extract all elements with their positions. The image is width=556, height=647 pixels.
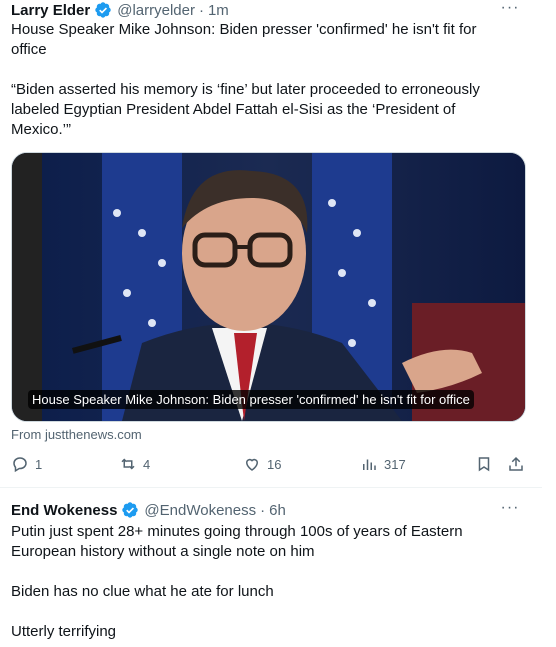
author-name[interactable]: Larry Elder [11,2,90,19]
repost-icon [121,458,135,470]
card-image [12,153,525,421]
action-bar: 1 4 16 317 [11,453,531,475]
card-source[interactable]: From justthenews.com [11,427,142,442]
link-card[interactable]: House Speaker Mike Johnson: Biden presse… [11,152,526,422]
reply-button[interactable]: 1 [11,453,42,475]
tweet-end-wokeness[interactable]: End Wokeness @EndWokeness · 6h ··· Putin… [0,487,542,647]
share-icon [509,456,523,471]
author-handle[interactable]: @EndWokeness [144,502,256,519]
heart-icon [245,458,259,471]
views-count: 317 [384,456,406,472]
verified-badge-icon[interactable] [94,1,112,19]
tweet-text: Putin just spent 28+ minutes going throu… [11,523,463,640]
tweet-larry-elder[interactable]: Larry Elder @larryelder · 1m ··· House S… [0,0,542,487]
author-handle[interactable]: @larryelder [117,2,195,19]
separator-dot: · [260,501,266,519]
separator-dot: · [198,1,204,19]
share-button[interactable] [507,453,531,475]
reply-count: 1 [35,456,43,472]
bookmark-button[interactable] [475,453,499,475]
tweet-header: End Wokeness @EndWokeness · 6h [11,500,286,520]
timestamp[interactable]: 1m [208,2,229,19]
like-button[interactable]: 16 [243,453,281,475]
reply-icon [13,457,27,473]
views-chart-icon [363,459,376,470]
tweet-header: Larry Elder @larryelder · 1m [11,0,229,20]
bookmark-icon [478,457,490,472]
like-count: 16 [267,456,282,472]
tweet-text: House Speaker Mike Johnson: Biden presse… [11,21,480,138]
timestamp[interactable]: 6h [269,502,286,519]
card-caption: House Speaker Mike Johnson: Biden presse… [28,390,474,409]
views-button[interactable]: 317 [360,453,406,475]
verified-badge-icon[interactable] [121,501,139,519]
more-icon[interactable]: ··· [500,500,520,520]
repost-button[interactable]: 4 [119,453,150,475]
more-icon[interactable]: ··· [500,0,520,20]
repost-count: 4 [143,456,151,472]
author-name[interactable]: End Wokeness [11,502,117,519]
